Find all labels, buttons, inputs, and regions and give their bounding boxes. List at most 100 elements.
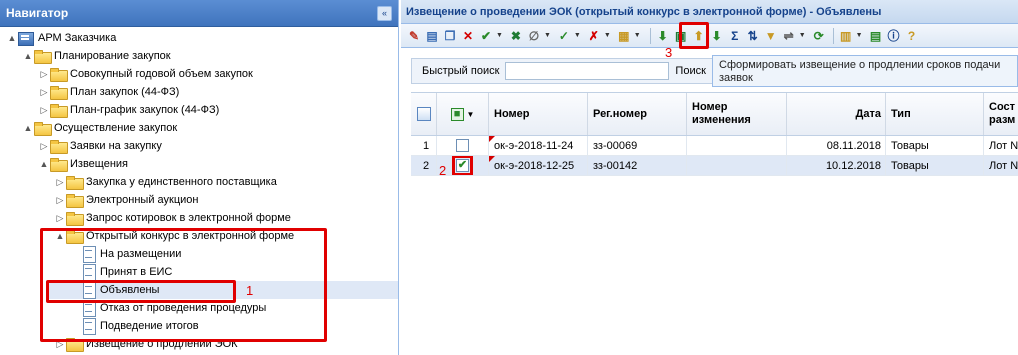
report-icon[interactable]: ▤ xyxy=(868,28,884,44)
tree-node[interactable]: ▲ Извещения xyxy=(38,155,128,173)
row-checkbox[interactable]: ✔ xyxy=(452,156,473,175)
filter-icon[interactable]: ▼ xyxy=(763,28,779,44)
tree-node[interactable]: ▷ План-график закупок (44-ФЗ) xyxy=(38,101,219,119)
tree-node[interactable]: ▷ Электронный аукцион xyxy=(54,191,199,209)
dropdown-arrow-icon[interactable]: ▼ xyxy=(496,32,503,39)
dropdown-arrow-icon[interactable]: ▼ xyxy=(604,32,611,39)
grid-settings-header[interactable] xyxy=(411,93,437,135)
row-number-cell[interactable]: 2 xyxy=(411,156,437,175)
select-all-header[interactable]: ■ ▼ xyxy=(437,93,489,135)
collapse-arrow-icon[interactable]: ▲ xyxy=(22,123,34,133)
expand-arrow-icon[interactable]: ▷ xyxy=(38,87,50,98)
date-cell[interactable]: 10.12.2018 xyxy=(787,156,886,175)
tree-node-label: Извещения xyxy=(70,158,129,170)
reg-number-cell[interactable]: зз-00142 xyxy=(588,156,687,175)
attach-icon[interactable]: ∅ xyxy=(526,28,542,44)
column-header-change-number[interactable]: Номер изменения xyxy=(687,93,787,135)
type-cell[interactable]: Товары xyxy=(886,156,984,175)
type-cell[interactable]: Товары xyxy=(886,136,984,155)
document-icon[interactable]: ▦ xyxy=(616,28,632,44)
tree-node[interactable]: ▷ Запрос котировок в электронной форме xyxy=(54,209,291,227)
modified-marker xyxy=(489,156,495,162)
column-header-date[interactable]: Дата xyxy=(787,93,886,135)
dropdown-arrow-icon[interactable]: ▼ xyxy=(856,32,863,39)
tree-node-label: Осуществление закупок xyxy=(54,122,178,134)
excel-icon[interactable]: ✖ xyxy=(508,28,524,44)
folder-icon xyxy=(34,122,52,136)
change-number-cell[interactable] xyxy=(687,136,787,155)
expand-arrow-icon[interactable]: ▷ xyxy=(38,69,50,80)
collapse-arrow-icon[interactable]: ▲ xyxy=(38,159,50,169)
dropdown-arrow-icon[interactable]: ▼ xyxy=(574,32,581,39)
dropdown-arrow-icon[interactable]: ▼ xyxy=(634,32,641,39)
tree-node[interactable]: ▷ Закупка у единственного поставщика xyxy=(54,173,277,191)
tree-node-label: АРМ Заказчика xyxy=(38,32,117,44)
annotation-number-1: 1 xyxy=(246,283,254,298)
collapse-icon[interactable]: « xyxy=(377,5,392,21)
reject-icon[interactable]: ✗ xyxy=(586,28,602,44)
info-icon[interactable]: ⓘ xyxy=(886,28,902,44)
tree-node[interactable]: ▲ Планирование закупок xyxy=(22,47,171,65)
tree-node[interactable]: ▷ План закупок (44-ФЗ) xyxy=(38,83,179,101)
tree-node[interactable]: ▷ Совокупный годовой объем закупок xyxy=(38,65,253,83)
state-cell[interactable]: Лот N xyxy=(984,136,1018,155)
quick-search-input[interactable] xyxy=(505,62,670,80)
folder-icon xyxy=(66,194,84,208)
expand-arrow-icon[interactable]: ▷ xyxy=(54,213,66,224)
download-icon[interactable]: ⬇ xyxy=(709,28,725,44)
tree-node-label: План-график закупок (44-ФЗ) xyxy=(70,104,220,116)
generate-extension-icon[interactable]: ⬇ xyxy=(655,28,671,44)
sum-icon[interactable]: Σ xyxy=(727,28,743,44)
help-icon[interactable]: ? xyxy=(904,28,920,44)
row-checkbox[interactable] xyxy=(456,139,469,152)
copy-icon[interactable]: ❐ xyxy=(442,28,458,44)
print-icon[interactable]: ▥ xyxy=(838,28,854,44)
tree-node[interactable]: ▲ АРМ Заказчика xyxy=(6,29,116,47)
column-header-number[interactable]: Номер xyxy=(489,93,588,135)
expand-arrow-icon[interactable]: ▷ xyxy=(54,195,66,206)
search-label: Поиск xyxy=(675,65,706,77)
add-icon[interactable]: ▤ xyxy=(424,28,440,44)
toolbar-separator xyxy=(649,27,651,44)
folder-icon xyxy=(66,212,84,226)
folder-icon xyxy=(66,176,84,190)
table-row[interactable]: 1 ок-э-2018-11-24 зз-00069 08.11.2018 Товары… xyxy=(411,136,1018,156)
collapse-arrow-icon[interactable]: ▲ xyxy=(22,51,34,61)
state-cell[interactable]: Лот N xyxy=(984,156,1018,175)
edit-icon[interactable]: ✎ xyxy=(406,28,422,44)
expand-arrow-icon[interactable]: ▷ xyxy=(38,105,50,116)
navigator-header: Навигатор « xyxy=(0,0,398,27)
tree-node[interactable]: ▷ Заявки на закупку xyxy=(38,137,162,155)
dropdown-arrow-icon[interactable]: ▼ xyxy=(799,32,806,39)
refresh-icon[interactable]: ⟳ xyxy=(811,28,827,44)
tree-node-label: Закупка у единственного поставщика xyxy=(86,176,277,188)
expand-arrow-icon[interactable]: ▷ xyxy=(38,141,50,152)
check-icon[interactable]: ✓ xyxy=(556,28,572,44)
sort-icon[interactable]: ⇅ xyxy=(745,28,761,44)
column-header-type[interactable]: Тип xyxy=(886,93,984,135)
folder-icon xyxy=(50,158,68,172)
row-select-cell[interactable] xyxy=(437,136,489,155)
expand-arrow-icon[interactable]: ▷ xyxy=(54,177,66,188)
link-icon[interactable]: ⇌ xyxy=(781,28,797,44)
modified-marker xyxy=(489,136,495,142)
collapse-arrow-icon[interactable]: ▲ xyxy=(6,33,18,43)
delete-icon[interactable]: ✕ xyxy=(460,28,476,44)
tree-node[interactable]: ▲ Осуществление закупок xyxy=(22,119,177,137)
number-cell[interactable]: ок-э-2018-12-25 xyxy=(489,156,588,175)
number-cell[interactable]: ок-э-2018-11-24 xyxy=(489,136,588,155)
column-header-state[interactable]: Сост разм xyxy=(984,93,1018,135)
table-row[interactable]: 2 ✔ ок-э-2018-12-25 зз-00142 10.12.2018 Товар… xyxy=(411,156,1018,176)
row-number-cell[interactable]: 1 xyxy=(411,136,437,155)
reg-number-cell[interactable]: зз-00069 xyxy=(588,136,687,155)
workstation-icon xyxy=(18,31,34,46)
folder-icon xyxy=(50,68,68,82)
approve-icon[interactable]: ✔ xyxy=(478,28,494,44)
dropdown-arrow-icon[interactable]: ▼ xyxy=(544,32,551,39)
select-all-checkbox[interactable]: ■ xyxy=(450,107,464,121)
change-number-cell[interactable] xyxy=(687,156,787,175)
date-cell[interactable]: 08.11.2018 xyxy=(787,136,886,155)
grid-columns-icon[interactable] xyxy=(416,107,431,121)
quick-search-label: Быстрый поиск xyxy=(422,65,500,77)
column-header-reg-number[interactable]: Рег.номер xyxy=(588,93,687,135)
